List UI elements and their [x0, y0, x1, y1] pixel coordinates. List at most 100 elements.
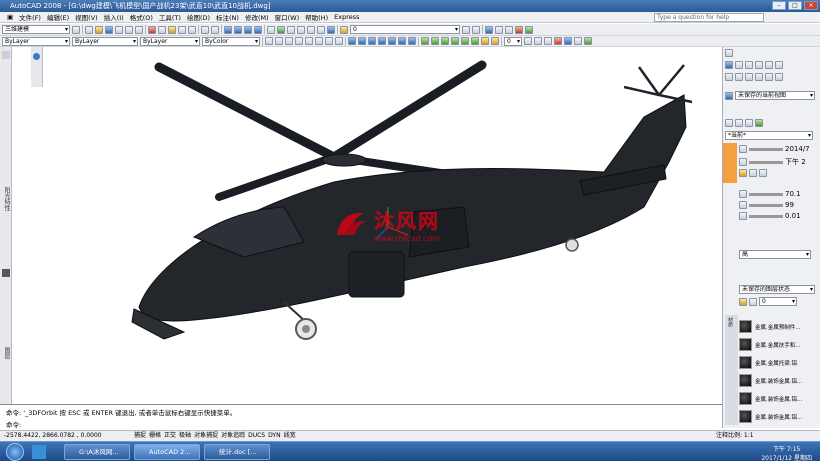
- globe-icon[interactable]: [33, 53, 40, 60]
- zoom-previous-icon[interactable]: [254, 25, 262, 34]
- menu-window[interactable]: 窗口(W): [272, 12, 303, 22]
- walk-tool-icon[interactable]: [765, 61, 773, 69]
- copy-icon[interactable]: [158, 25, 166, 34]
- cut-icon[interactable]: [148, 25, 156, 34]
- date-slider[interactable]: [749, 147, 783, 151]
- free-orbit-icon[interactable]: [534, 37, 542, 45]
- ucs-zaxis-icon[interactable]: [335, 37, 343, 45]
- markup-icon[interactable]: [307, 25, 315, 34]
- view-bottom-icon[interactable]: [358, 37, 366, 45]
- ucs-world-icon[interactable]: [275, 37, 283, 45]
- zoom-tool-icon[interactable]: [745, 61, 753, 69]
- layer-dropdown[interactable]: 0: [350, 25, 460, 34]
- close-button[interactable]: ×: [804, 1, 818, 10]
- lineweight-dropdown[interactable]: ByLayer: [140, 36, 200, 46]
- back-view-icon[interactable]: [765, 73, 773, 81]
- view-icon[interactable]: [725, 61, 733, 69]
- properties-icon[interactable]: [267, 25, 275, 34]
- menu-view[interactable]: 视图(V): [72, 12, 101, 22]
- layer-previous-icon[interactable]: [472, 25, 480, 34]
- menu-edit[interactable]: 编辑(E): [44, 12, 72, 22]
- paste-icon[interactable]: [168, 25, 176, 34]
- toggle-otrack[interactable]: 对象追踪: [221, 431, 245, 441]
- layer-state-dropdown[interactable]: 未保存的图层状态: [739, 285, 815, 294]
- layer-state-icon[interactable]: [739, 297, 747, 306]
- app-icon[interactable]: ▣: [4, 13, 16, 21]
- sphere-icon[interactable]: [431, 37, 439, 45]
- view-left-icon[interactable]: [368, 37, 376, 45]
- time-slider[interactable]: [749, 160, 783, 164]
- material-item[interactable]: 金属.金属托梁.铝: [739, 355, 820, 370]
- camera-tool-icon[interactable]: [725, 91, 733, 100]
- menu-draw[interactable]: 绘图(D): [184, 12, 213, 22]
- ie-icon[interactable]: [32, 445, 46, 459]
- material-item[interactable]: 金属.金属扶手和...: [739, 337, 820, 352]
- design-center-icon[interactable]: [277, 25, 285, 34]
- start-button[interactable]: [6, 443, 24, 461]
- zoom-window-icon[interactable]: [244, 25, 252, 34]
- view-front-icon[interactable]: [388, 37, 396, 45]
- layer-zero-dropdown[interactable]: 0: [759, 297, 797, 306]
- save-icon[interactable]: [105, 25, 113, 34]
- task-explorer[interactable]: G:\A沐风网...: [64, 444, 130, 460]
- print-icon[interactable]: [115, 25, 123, 34]
- box-icon[interactable]: [421, 37, 429, 45]
- conceptual-icon[interactable]: [525, 25, 533, 34]
- toggle-ortho[interactable]: 正交: [164, 431, 176, 441]
- ucs-face-icon[interactable]: [295, 37, 303, 45]
- make-current-icon[interactable]: [462, 25, 470, 34]
- tool-palettes-icon[interactable]: [287, 25, 295, 34]
- preview-icon[interactable]: [125, 25, 133, 34]
- walk-icon[interactable]: [574, 37, 582, 45]
- menu-express[interactable]: Express: [331, 13, 362, 21]
- layer-freeze-icon[interactable]: [749, 297, 757, 306]
- sun-properties-icon[interactable]: [749, 169, 757, 177]
- time-icon[interactable]: [739, 158, 747, 166]
- publish-icon[interactable]: [135, 25, 143, 34]
- pan-tool-icon[interactable]: [755, 61, 763, 69]
- maximize-button[interactable]: □: [788, 1, 802, 10]
- torus-icon[interactable]: [471, 37, 479, 45]
- layer-manager-icon[interactable]: [340, 25, 348, 34]
- match-properties-icon[interactable]: [178, 25, 186, 34]
- top-view-icon[interactable]: [735, 73, 743, 81]
- redo-icon[interactable]: [211, 25, 219, 34]
- help-icon[interactable]: [327, 25, 335, 34]
- view-iso-icon[interactable]: [408, 37, 416, 45]
- material-item[interactable]: 金属.装饰金属.铝...: [739, 391, 820, 406]
- sheet-set-icon[interactable]: [297, 25, 305, 34]
- fly-tool-icon[interactable]: [775, 61, 783, 69]
- menu-tools[interactable]: 工具(T): [156, 12, 184, 22]
- date-icon[interactable]: [739, 145, 747, 153]
- midtones-icon[interactable]: [739, 212, 747, 220]
- ucs-previous-icon[interactable]: [285, 37, 293, 45]
- palette-toggle-icon[interactable]: [2, 269, 10, 277]
- wireframe-2d-icon[interactable]: [735, 119, 743, 127]
- view-right-icon[interactable]: [378, 37, 386, 45]
- revolve-icon[interactable]: [491, 37, 499, 45]
- visual-style-dropdown[interactable]: *当前*: [725, 131, 813, 140]
- menu-file[interactable]: 文件(F): [16, 12, 44, 22]
- ucs-object-icon[interactable]: [305, 37, 313, 45]
- help-search-input[interactable]: Type a question for help: [654, 13, 764, 22]
- shadow-icon[interactable]: [759, 169, 767, 177]
- right-view-icon[interactable]: [755, 73, 763, 81]
- orbit-icon[interactable]: [524, 37, 532, 45]
- extrude-icon[interactable]: [481, 37, 489, 45]
- cone-icon[interactable]: [451, 37, 459, 45]
- menu-format[interactable]: 格式(O): [127, 12, 156, 22]
- view-back-icon[interactable]: [398, 37, 406, 45]
- view-top-icon[interactable]: [348, 37, 356, 45]
- zoom-realtime-icon[interactable]: [234, 25, 242, 34]
- contrast-icon[interactable]: [739, 201, 747, 209]
- undo-icon[interactable]: [201, 25, 209, 34]
- toggle-dyn[interactable]: DYN: [268, 431, 280, 441]
- conceptual-style-icon[interactable]: [755, 119, 763, 127]
- render-quality-dropdown[interactable]: 高: [739, 250, 811, 259]
- workspace-settings-icon[interactable]: [72, 25, 80, 34]
- small-dropdown[interactable]: 0: [504, 36, 522, 46]
- color-dropdown[interactable]: ByColor: [202, 36, 260, 46]
- menu-modify[interactable]: 修改(M): [242, 12, 272, 22]
- materials-tab[interactable]: 材质: [727, 317, 734, 327]
- material-item[interactable]: 金属.装饰金属.铝...: [739, 409, 820, 424]
